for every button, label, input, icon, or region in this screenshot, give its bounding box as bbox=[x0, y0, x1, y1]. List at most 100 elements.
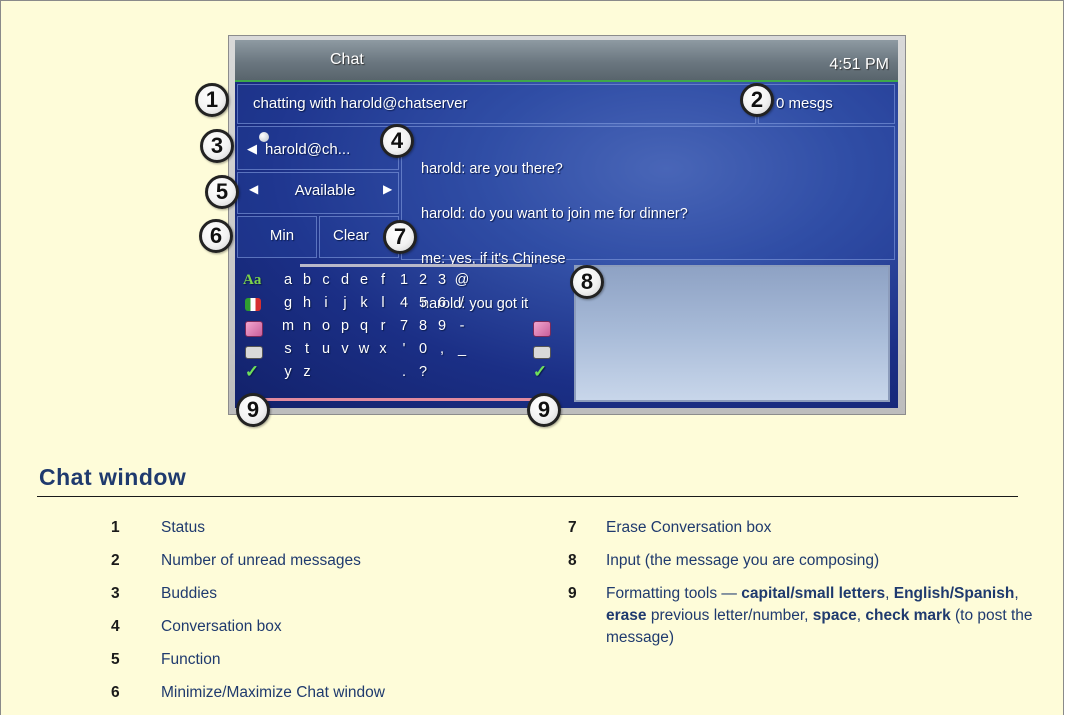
keyboard-key[interactable]: c bbox=[317, 272, 335, 288]
legend-emphasis: erase bbox=[606, 607, 647, 624]
keyboard-key[interactable]: , bbox=[433, 341, 451, 357]
keyboard-key[interactable]: q bbox=[355, 318, 373, 334]
legend-number: 4 bbox=[111, 618, 120, 635]
keyboard-key[interactable]: u bbox=[317, 341, 335, 357]
legend-text: , bbox=[1014, 585, 1019, 602]
keyboard-key[interactable]: 0 bbox=[414, 341, 432, 357]
legend-number: 5 bbox=[111, 651, 120, 668]
status-text: chatting with harold@chatserver bbox=[253, 95, 468, 112]
keyboard-key[interactable]: / bbox=[453, 295, 471, 311]
keyboard-key[interactable]: - bbox=[453, 318, 471, 334]
keyboard-key[interactable]: ' bbox=[395, 341, 413, 357]
keyboard-key[interactable]: 4 bbox=[395, 295, 413, 311]
keyboard-key[interactable]: y bbox=[279, 364, 297, 380]
keyboard-key[interactable]: l bbox=[374, 295, 392, 311]
callout-9-right: 9 bbox=[527, 393, 561, 427]
keyboard-key[interactable]: p bbox=[336, 318, 354, 334]
legend-label: Number of unread messages bbox=[161, 552, 361, 569]
legend-number: 8 bbox=[568, 552, 577, 569]
keyboard-key[interactable]: ? bbox=[414, 364, 432, 380]
legend-emphasis: English/Spanish bbox=[893, 585, 1015, 602]
keyboard-key[interactable]: a bbox=[279, 272, 297, 288]
keyboard-key[interactable]: d bbox=[336, 272, 354, 288]
legend-label: Status bbox=[161, 519, 205, 536]
window-title: Chat bbox=[330, 51, 364, 68]
keyboard-key[interactable]: 9 bbox=[433, 318, 451, 334]
space-icon[interactable] bbox=[533, 346, 551, 359]
keyboard-key[interactable]: h bbox=[298, 295, 316, 311]
legend-label: Conversation box bbox=[161, 618, 282, 635]
function-left-arrow-icon[interactable]: ◀ bbox=[249, 182, 258, 196]
legend-label: Input (the message you are composing) bbox=[606, 552, 880, 569]
keyboard-key[interactable]: w bbox=[355, 341, 373, 357]
message-input[interactable] bbox=[574, 265, 890, 402]
callout-2: 2 bbox=[740, 83, 774, 117]
keyboard-key[interactable]: 6 bbox=[433, 295, 451, 311]
callout-8: 8 bbox=[570, 265, 604, 299]
conversation-line: harold: are you there? bbox=[421, 161, 563, 177]
keyboard-key[interactable]: z bbox=[298, 364, 316, 380]
callout-5: 5 bbox=[205, 175, 239, 209]
keyboard-key[interactable]: 2 bbox=[414, 272, 432, 288]
callout-1: 1 bbox=[195, 83, 229, 117]
keyboard-key[interactable]: _ bbox=[453, 341, 471, 357]
keyboard-key[interactable]: b bbox=[298, 272, 316, 288]
function-right-arrow-icon[interactable]: ▶ bbox=[383, 182, 392, 196]
keyboard-key[interactable]: s bbox=[279, 341, 297, 357]
keyboard-key[interactable]: x bbox=[374, 341, 392, 357]
keyboard-key[interactable]: g bbox=[279, 295, 297, 311]
title-bar: Chat 4:51 PM bbox=[235, 40, 898, 82]
callout-6: 6 bbox=[199, 219, 233, 253]
space-icon[interactable] bbox=[245, 346, 263, 359]
check-icon[interactable]: ✓ bbox=[531, 362, 549, 382]
legend-text: , bbox=[885, 585, 894, 602]
function-value[interactable]: Available bbox=[280, 182, 370, 199]
legend-number: 6 bbox=[111, 684, 120, 701]
keyboard-key[interactable]: t bbox=[298, 341, 316, 357]
keyboard-key[interactable]: . bbox=[395, 364, 413, 380]
legend-label: Minimize/Maximize Chat window bbox=[161, 684, 385, 701]
legend-label: Buddies bbox=[161, 585, 218, 602]
keyboard-key[interactable]: r bbox=[374, 318, 392, 334]
keyboard-key[interactable]: 5 bbox=[414, 295, 432, 311]
keyboard-key[interactable]: 8 bbox=[414, 318, 432, 334]
legend-title: Chat window bbox=[39, 464, 187, 490]
check-icon[interactable]: ✓ bbox=[243, 362, 261, 382]
legend-number: 3 bbox=[111, 585, 120, 602]
keyboard-bottom-bar bbox=[247, 398, 533, 401]
clock: 4:51 PM bbox=[829, 56, 889, 73]
keyboard-key[interactable]: k bbox=[355, 295, 373, 311]
unread-count: 0 mesgs bbox=[776, 95, 833, 112]
keyboard-key[interactable]: e bbox=[355, 272, 373, 288]
callout-3: 3 bbox=[200, 129, 234, 163]
erase-icon[interactable] bbox=[533, 321, 551, 337]
capitals-icon[interactable]: Aa bbox=[243, 272, 267, 289]
legend-number: 9 bbox=[568, 585, 577, 602]
keyboard-key[interactable]: j bbox=[336, 295, 354, 311]
keyboard-key[interactable]: 7 bbox=[395, 318, 413, 334]
keyboard-key[interactable]: n bbox=[298, 318, 316, 334]
erase-icon[interactable] bbox=[245, 321, 263, 337]
legend-emphasis: space bbox=[812, 607, 857, 624]
callout-4: 4 bbox=[380, 124, 414, 158]
keyboard-key[interactable]: v bbox=[336, 341, 354, 357]
language-icon[interactable] bbox=[245, 298, 261, 311]
keyboard-key[interactable]: @ bbox=[453, 272, 471, 288]
keyboard-key[interactable]: 1 bbox=[395, 272, 413, 288]
legend-label: Function bbox=[161, 651, 221, 668]
buddy-left-arrow-icon[interactable]: ◀ bbox=[247, 141, 257, 157]
legend-number: 2 bbox=[111, 552, 120, 569]
legend-text: previous letter/number, bbox=[646, 607, 813, 624]
keyboard-key[interactable]: f bbox=[374, 272, 392, 288]
keyboard-key[interactable]: o bbox=[317, 318, 335, 334]
legend-emphasis: capital/small letters bbox=[741, 585, 886, 602]
keyboard-key[interactable]: m bbox=[279, 318, 297, 334]
legend-number: 1 bbox=[111, 519, 120, 536]
keyboard-key[interactable]: 3 bbox=[433, 272, 451, 288]
buddy-name[interactable]: harold@ch... bbox=[265, 141, 350, 158]
min-button[interactable]: Min bbox=[247, 218, 317, 252]
keyboard-key[interactable]: i bbox=[317, 295, 335, 311]
keyboard-top-bar bbox=[300, 264, 532, 267]
legend-emphasis: check mark bbox=[865, 607, 951, 624]
conversation-line: harold: do you want to join me for dinne… bbox=[421, 206, 688, 222]
